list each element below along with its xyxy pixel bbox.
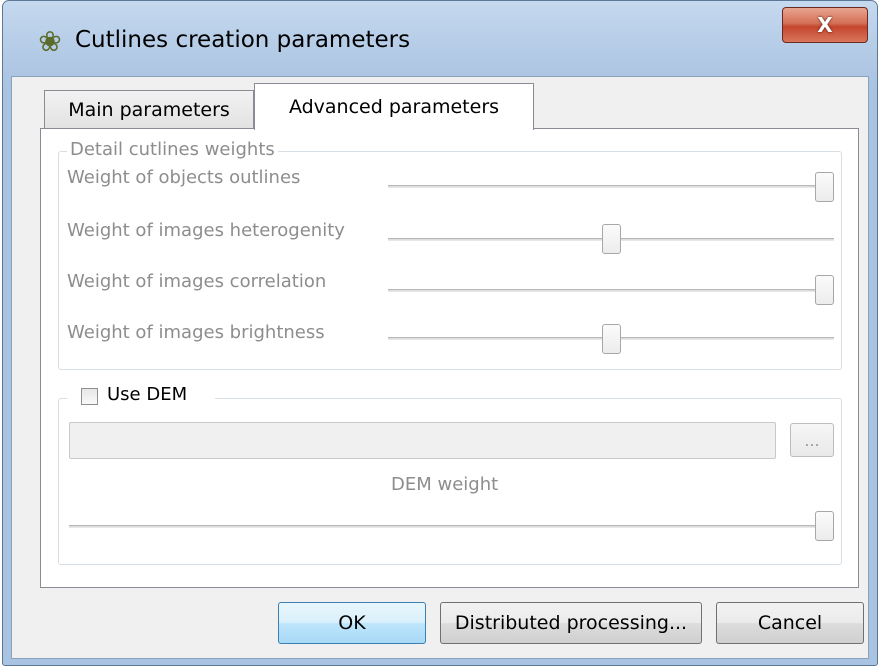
detail-weights-group-title: Detail cutlines weights (67, 139, 278, 160)
distributed-processing-button[interactable]: Distributed processing... (440, 602, 702, 644)
slider-thumb-images-correlation[interactable] (815, 275, 834, 305)
dem-weight-slider-track[interactable] (69, 525, 834, 528)
use-dem-label[interactable]: Use DEM (107, 384, 187, 405)
slider-thumb-objects-outlines[interactable] (815, 172, 834, 202)
browse-label: ... (804, 430, 820, 450)
tab-panel-advanced: Detail cutlines weights Weight of object… (40, 128, 859, 588)
window-title: Cutlines creation parameters (75, 27, 411, 53)
slider-label-images-correlation: Weight of images correlation (67, 271, 327, 292)
dialog-client-area: Main parameters Advanced parameters Deta… (11, 76, 869, 659)
ok-label: OK (338, 612, 366, 634)
tab-main-parameters[interactable]: Main parameters (44, 90, 254, 129)
slider-track-images-correlation[interactable] (388, 289, 834, 292)
close-icon: X (817, 13, 833, 37)
title-bar[interactable]: ❀ Cutlines creation parameters X (3, 1, 877, 87)
use-dem-checkbox[interactable] (81, 388, 98, 405)
close-button[interactable]: X (782, 7, 868, 43)
ok-button[interactable]: OK (278, 602, 426, 644)
distributed-processing-label: Distributed processing... (454, 612, 688, 634)
dem-weight-label: DEM weight (391, 474, 499, 495)
slider-label-objects-outlines: Weight of objects outlines (67, 167, 301, 188)
slider-track-objects-outlines[interactable] (388, 185, 834, 188)
slider-label-images-heterogenity: Weight of images heterogenity (67, 220, 345, 241)
slider-label-images-brightness: Weight of images brightness (67, 322, 325, 343)
puzzle-gear-icon: ❀ (38, 25, 62, 58)
tab-label: Main parameters (68, 99, 230, 121)
dem-weight-slider-thumb[interactable] (815, 511, 834, 541)
dialog-window: ❀ Cutlines creation parameters X Main pa… (2, 0, 878, 666)
tab-label: Advanced parameters (288, 96, 500, 118)
cancel-button[interactable]: Cancel (716, 602, 864, 644)
cancel-label: Cancel (757, 612, 823, 634)
dem-path-field[interactable] (69, 422, 776, 459)
browse-dem-button[interactable]: ... (790, 423, 834, 457)
tab-advanced-parameters[interactable]: Advanced parameters (254, 83, 534, 130)
slider-thumb-images-heterogenity[interactable] (601, 224, 621, 254)
slider-thumb-images-brightness[interactable] (601, 324, 621, 354)
